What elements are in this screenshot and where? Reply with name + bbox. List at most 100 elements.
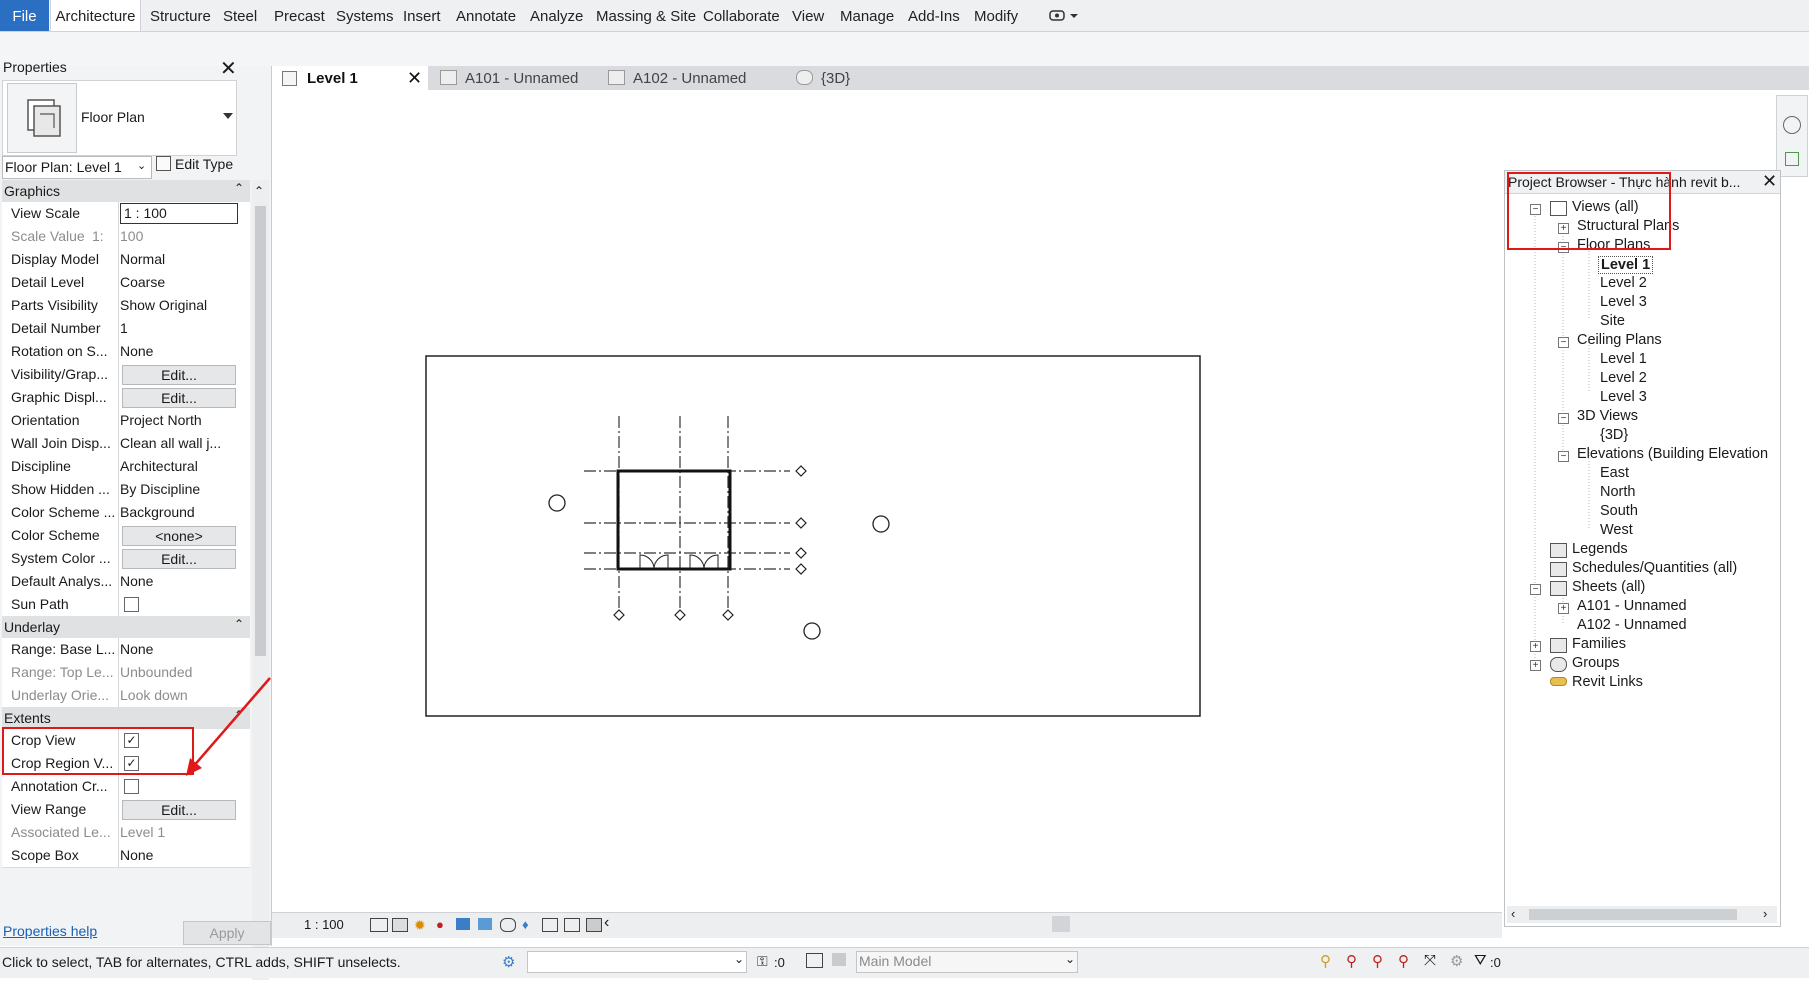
tree-item-west[interactable]: West [1600, 522, 1633, 538]
tab-manage[interactable]: Manage [840, 0, 894, 31]
steering-wheel-icon[interactable] [1783, 116, 1801, 134]
tree-item-elevations[interactable]: Elevations (Building Elevation [1577, 446, 1768, 462]
prop-row-show-hidden[interactable]: Show Hidden ... By Discipline [2, 478, 250, 502]
section-graphics[interactable]: Graphics ⌃ [2, 180, 250, 202]
prop-row-range-base[interactable]: Range: Base L... None [2, 638, 250, 662]
tree-item-families[interactable]: Families [1572, 636, 1626, 652]
prop-row-color-scheme-location[interactable]: Color Scheme ... Background [2, 501, 250, 525]
tab-add-ins[interactable]: Add-Ins [908, 0, 960, 31]
tree-item-schedules[interactable]: Schedules/Quantities (all) [1572, 560, 1737, 576]
type-selector[interactable]: Floor Plan [2, 80, 237, 156]
ribbon-display-options-icon[interactable] [1049, 6, 1079, 24]
tab-collaborate[interactable]: Collaborate [703, 0, 780, 31]
tab-systems[interactable]: Systems [336, 0, 394, 31]
workset-icon[interactable]: ⚙ [502, 953, 515, 971]
tab-level-1[interactable]: Level 1 ✕ [272, 66, 428, 90]
tab-massing-site[interactable]: Massing & Site [596, 0, 696, 31]
collapse-toggle[interactable]: − [1558, 413, 1569, 424]
close-icon[interactable]: ✕ [407, 66, 422, 91]
properties-scrollbar[interactable]: ⌃ ⌄ [252, 180, 269, 980]
tree-item-floor-plan-level-2[interactable]: Level 2 [1600, 275, 1647, 291]
select-by-face-icon[interactable]: ⚲ [1398, 952, 1409, 970]
edit-type-button[interactable]: Edit Type [156, 156, 233, 177]
crop-view-icon[interactable] [478, 918, 492, 930]
view-scale-control[interactable]: 1 : 100 [304, 917, 344, 932]
tree-item-revit-links[interactable]: Revit Links [1572, 674, 1643, 690]
tree-item-south[interactable]: South [1600, 503, 1638, 519]
edit-button[interactable]: Edit... [122, 365, 236, 385]
analytical-icon[interactable] [586, 918, 602, 932]
prop-row-color-scheme[interactable]: Color Scheme <none> [2, 524, 250, 548]
color-scheme-button[interactable]: <none> [122, 526, 236, 546]
select-underlay-icon[interactable]: ⚲ [1346, 952, 1357, 970]
prop-row-sun-path[interactable]: Sun Path [2, 593, 250, 617]
zoom-icon[interactable] [1785, 152, 1799, 166]
lock-icon[interactable]: ♦ [522, 917, 529, 932]
prop-row-discipline[interactable]: Discipline Architectural [2, 455, 250, 479]
tree-item-ceiling-level-3[interactable]: Level 3 [1600, 389, 1647, 405]
tab-annotate[interactable]: Annotate [456, 0, 516, 31]
sun-path-icon[interactable]: ✹ [414, 917, 426, 934]
tab-structure[interactable]: Structure [150, 0, 211, 31]
tab-precast[interactable]: Precast [274, 0, 325, 31]
prop-row-system-color[interactable]: System Color ... Edit... [2, 547, 250, 571]
sun-path-checkbox[interactable] [124, 597, 139, 612]
tab-view[interactable]: View [792, 0, 824, 31]
select-pinned-icon[interactable]: ⚲ [1372, 952, 1383, 970]
tab-insert[interactable]: Insert [403, 0, 441, 31]
design-options-icon[interactable] [806, 953, 823, 968]
tab-file[interactable]: File [0, 0, 49, 31]
drag-elements-icon[interactable]: ⤧ [1424, 952, 1436, 969]
prop-row-visibility-graphics[interactable]: Visibility/Grap... Edit... [2, 363, 250, 387]
expand-toggle[interactable]: + [1530, 660, 1541, 671]
prop-row-display-model[interactable]: Display Model Normal [2, 248, 250, 272]
temp-hide-icon[interactable] [542, 918, 558, 932]
show-crop-icon[interactable] [500, 918, 516, 932]
section-underlay[interactable]: Underlay ⌃ [2, 616, 250, 638]
tree-item-3d[interactable]: {3D} [1600, 427, 1628, 443]
prop-row-orientation[interactable]: Orientation Project North [2, 409, 250, 433]
tree-item-sheets[interactable]: Sheets (all) [1572, 579, 1645, 595]
collapse-toggle[interactable]: − [1558, 451, 1569, 462]
tree-item-floor-plan-level-3[interactable]: Level 3 [1600, 294, 1647, 310]
prop-row-wall-join[interactable]: Wall Join Disp... Clean all wall j... [2, 432, 250, 456]
scroll-thumb[interactable] [1529, 909, 1737, 920]
prop-row-rotation[interactable]: Rotation on S... None [2, 340, 250, 364]
scroll-up-icon[interactable]: ⌃ [254, 184, 264, 198]
tab-a101[interactable]: A101 - Unnamed [440, 66, 578, 90]
scroll-left-icon[interactable]: ‹ [604, 914, 609, 932]
reveal-hidden-icon[interactable] [564, 918, 580, 932]
main-model-icon[interactable] [832, 953, 846, 966]
edit-button[interactable]: Edit... [122, 388, 236, 408]
tree-item-ceiling-level-1[interactable]: Level 1 [1600, 351, 1647, 367]
detail-level-icon[interactable] [370, 918, 388, 932]
tree-item-groups[interactable]: Groups [1572, 655, 1620, 671]
apply-button[interactable]: Apply [183, 921, 271, 945]
tree-item-floor-plan-level-1[interactable]: Level 1 [1598, 256, 1654, 274]
tab-3d[interactable]: {3D} [796, 66, 850, 90]
browser-hscrollbar[interactable]: ‹ › [1507, 906, 1777, 923]
background-process-icon[interactable]: ⚙ [1450, 952, 1463, 970]
expand-toggle[interactable]: + [1558, 603, 1569, 614]
prop-row-default-analysis[interactable]: Default Analys... None [2, 570, 250, 594]
prop-row-parts-visibility[interactable]: Parts Visibility Show Original [2, 294, 250, 318]
expand-toggle[interactable]: + [1530, 641, 1541, 652]
collapse-icon[interactable]: ⌃ [234, 617, 244, 631]
collapse-toggle[interactable]: − [1530, 584, 1541, 595]
prop-row-detail-number[interactable]: Detail Number 1 [2, 317, 250, 341]
tab-steel[interactable]: Steel [223, 0, 257, 31]
filter-icon[interactable]: ⛛ [1474, 952, 1487, 969]
render-icon[interactable] [456, 918, 470, 930]
scroll-thumb[interactable] [255, 206, 266, 656]
tree-item-3d-views[interactable]: 3D Views [1577, 408, 1638, 424]
prop-row-graphic-display[interactable]: Graphic Displ... Edit... [2, 386, 250, 410]
tree-item-site[interactable]: Site [1600, 313, 1625, 329]
prop-row-view-scale[interactable]: View Scale 1 : 100 [2, 202, 250, 226]
instance-filter-dropdown[interactable]: Floor Plan: Level 1 ⌄ [2, 156, 152, 179]
prop-row-scale-value[interactable]: Scale Value 1: 100 [2, 225, 250, 249]
collapse-icon[interactable]: ⌃ [234, 181, 244, 195]
tree-item-north[interactable]: North [1600, 484, 1635, 500]
canvas-hscroll-thumb[interactable] [1052, 916, 1070, 932]
close-icon[interactable]: ✕ [220, 56, 237, 81]
tree-item-legends[interactable]: Legends [1572, 541, 1628, 557]
